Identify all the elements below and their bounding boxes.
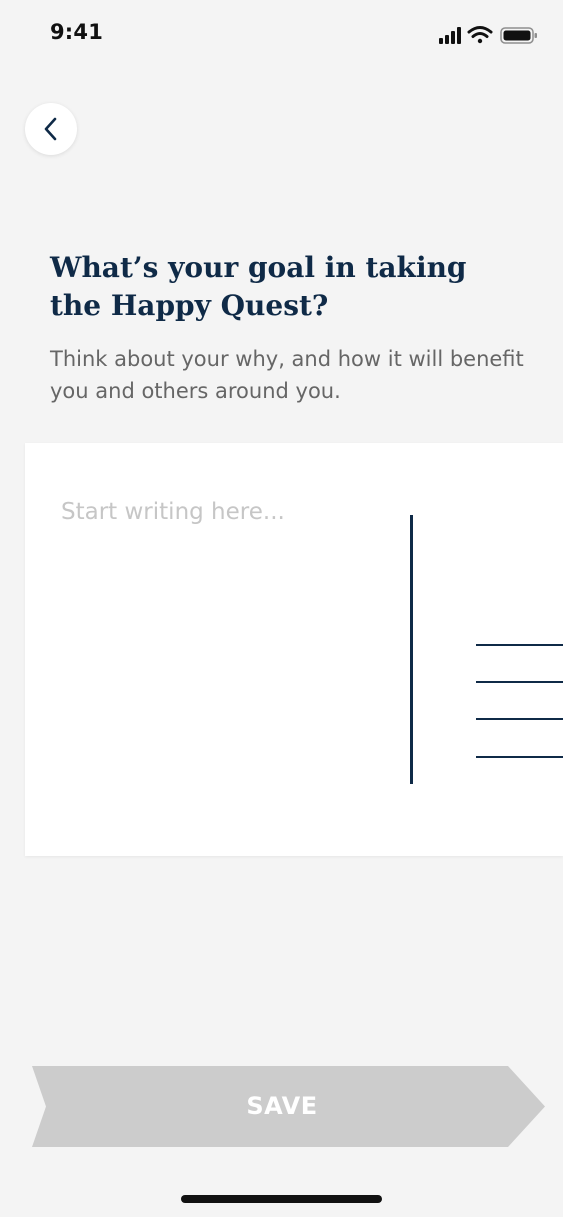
page-subtitle: Think about your why, and how it will be…: [50, 347, 524, 403]
journal-entry-input[interactable]: [61, 495, 391, 795]
home-indicator: [181, 1195, 382, 1203]
wifi-icon: [467, 26, 493, 44]
lines-decoration: [476, 756, 563, 758]
save-button-label: SAVE: [246, 1092, 318, 1120]
save-button[interactable]: SAVE: [32, 1066, 545, 1147]
chevron-left-icon: [44, 117, 57, 141]
status-bar: 9:41: [0, 0, 563, 68]
lines-decoration: [476, 681, 563, 683]
battery-icon: [500, 27, 537, 44]
lines-decoration: [476, 718, 563, 720]
journal-entry-card: [25, 443, 563, 856]
status-icons: [437, 24, 541, 46]
back-button[interactable]: [25, 103, 77, 155]
cellular-signal-icon: [439, 27, 461, 44]
page-title: What’s your goal in taking the Happy Que…: [50, 251, 467, 322]
text-cursor: [410, 515, 413, 784]
lines-decoration: [476, 644, 563, 646]
status-time: 9:41: [50, 20, 104, 44]
